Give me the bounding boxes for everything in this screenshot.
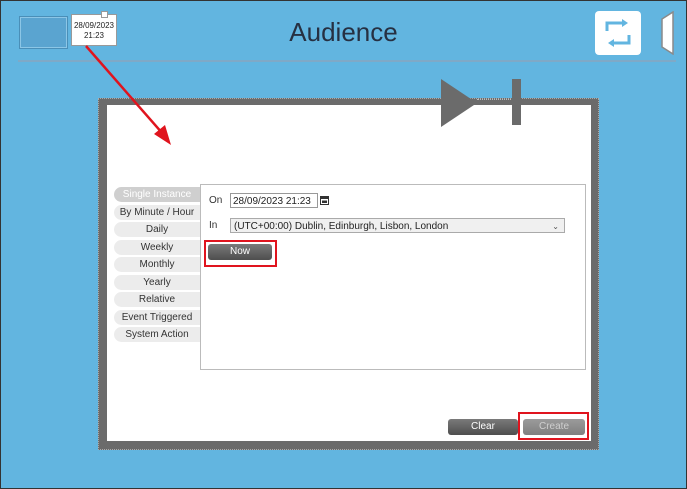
annotation-arrow-icon — [85, 45, 171, 145]
app-frame: 28/09/2023 21:23 Audience Single Instanc… — [0, 0, 687, 489]
